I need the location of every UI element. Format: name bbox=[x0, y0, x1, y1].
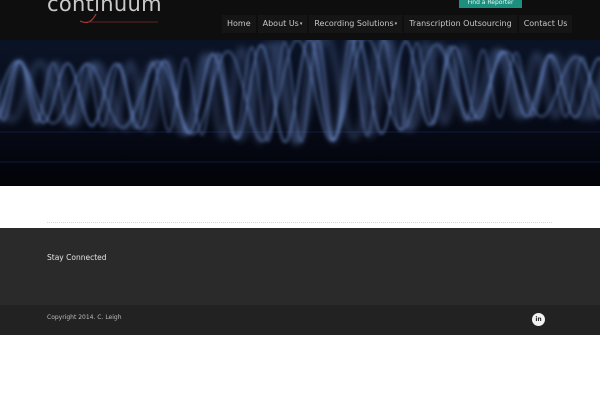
nav-label: Recording Solutions bbox=[314, 19, 394, 28]
dropdown-caret-icon: ▾ bbox=[394, 21, 398, 27]
find-a-reporter-button[interactable]: Find a Reporter bbox=[459, 0, 522, 8]
site-header: continuum Find a Reporter Home About Us▾… bbox=[0, 0, 600, 40]
nav-label: Contact Us bbox=[523, 19, 568, 28]
linkedin-icon[interactable]: in bbox=[532, 313, 545, 326]
logo-swoosh-icon bbox=[79, 13, 158, 24]
footer-bottom: Copyright 2014. C. Leigh in bbox=[0, 305, 600, 335]
copyright-text: Copyright 2014. C. Leigh bbox=[47, 314, 122, 321]
nav-item-contact-us[interactable]: Contact Us bbox=[518, 15, 573, 33]
content-divider bbox=[47, 222, 552, 223]
hero-banner bbox=[0, 40, 600, 186]
footer-top: Stay Connected bbox=[0, 228, 600, 305]
waveform-image bbox=[0, 40, 600, 186]
stay-connected-heading: Stay Connected bbox=[47, 253, 107, 262]
dropdown-caret-icon: ▾ bbox=[299, 21, 303, 27]
nav-label: About Us bbox=[262, 19, 299, 28]
nav-item-transcription-outsourcing[interactable]: Transcription Outsourcing bbox=[404, 15, 517, 33]
nav-item-about-us[interactable]: About Us▾ bbox=[257, 15, 308, 33]
nav-item-home[interactable]: Home bbox=[222, 15, 256, 33]
main-nav: Home About Us▾ Recording Solutions▾ Tran… bbox=[222, 15, 574, 33]
nav-item-recording-solutions[interactable]: Recording Solutions▾ bbox=[309, 15, 403, 33]
nav-label: Home bbox=[227, 19, 251, 28]
nav-label: Transcription Outsourcing bbox=[409, 19, 512, 28]
